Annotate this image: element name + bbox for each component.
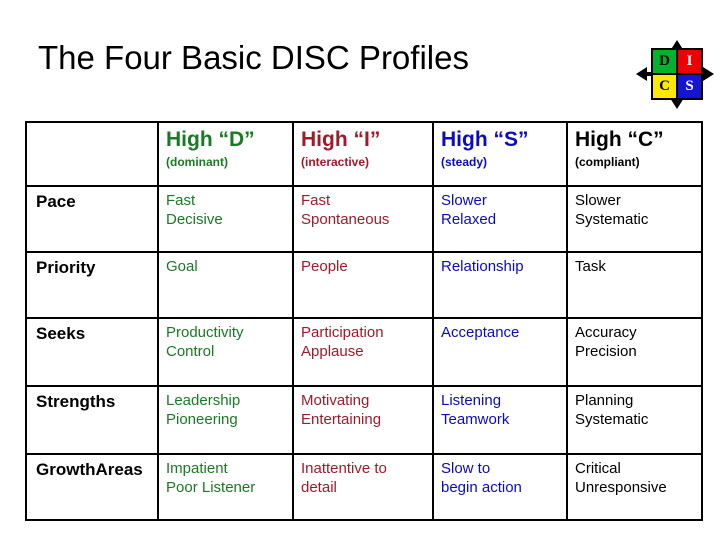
cell-priority-d: Goal — [157, 251, 294, 319]
cell-growth-i: Inattentive to detail — [292, 453, 434, 521]
cell-line: Unresponsive — [575, 479, 667, 496]
cell-priority-c: Task — [566, 251, 703, 319]
column-title-d: High “D” — [166, 128, 255, 151]
row-label-growth-areas: GrowthAreas — [25, 453, 159, 521]
column-header-d: High “D” (dominant) — [157, 121, 294, 187]
cell-growth-c: Critical Unresponsive — [566, 453, 703, 521]
logo-letter-c: C — [659, 78, 670, 94]
column-header-i: High “I” (interactive) — [292, 121, 434, 187]
logo-letter-s: S — [685, 78, 694, 94]
cell-line: Control — [166, 343, 215, 360]
cell-line: Entertaining — [301, 411, 382, 428]
cell-pace-i: Fast Spontaneous — [292, 185, 434, 253]
column-subtitle-i: (interactive) — [301, 155, 370, 169]
cell-line: Pioneering — [166, 411, 238, 428]
cell-priority-i: People — [292, 251, 434, 319]
cell-strengths-d: Leadership Pioneering — [157, 385, 294, 455]
cell-line: detail — [301, 479, 337, 496]
table-row: Pace Fast Decisive Fast Spontaneous Slower… — [25, 185, 703, 253]
cell-line: Relaxed — [441, 211, 497, 228]
column-title-c: High “C” — [575, 128, 664, 151]
cell-line: Teamwork — [441, 411, 510, 428]
logo-cell-c: C — [653, 75, 676, 98]
cell-line: Poor Listener — [166, 479, 256, 496]
row-label-pace: Pace — [25, 185, 159, 253]
cell-line: Growth — [36, 460, 96, 479]
cell-line: Inattentive to — [301, 460, 387, 477]
cell-pace-s: Slower Relaxed — [432, 185, 568, 253]
cell-line: Areas — [95, 460, 143, 479]
disc-quadrant-logo: D I C S — [634, 40, 716, 118]
cell-line: Participation — [301, 324, 384, 341]
header-row: High “D” (dominant) High “I” (interactiv… — [25, 121, 703, 187]
cell-priority-s: Relationship — [432, 251, 568, 319]
cell-line: Spontaneous — [301, 211, 390, 228]
row-label-seeks: Seeks — [25, 317, 159, 387]
cell-line: Fast — [166, 192, 196, 209]
column-header-s: High “S” (steady) — [432, 121, 568, 187]
column-subtitle-s: (steady) — [441, 155, 488, 169]
column-subtitle-d: (dominant) — [166, 155, 228, 169]
cell-line: Decisive — [166, 211, 223, 228]
cell-seeks-i: Participation Applause — [292, 317, 434, 387]
cell-strengths-i: Motivating Entertaining — [292, 385, 434, 455]
cell-line: Slower — [575, 192, 621, 209]
logo-letter-d: D — [659, 53, 670, 69]
page-title: The Four Basic DISC Profiles — [38, 39, 469, 76]
cell-growth-s: Slow to begin action — [432, 453, 568, 521]
cell-line: Task — [575, 258, 606, 275]
cell-line: Slower — [441, 192, 487, 209]
disc-quadrant-grid: D I C S — [651, 48, 703, 100]
cell-line: Motivating — [301, 392, 370, 409]
cell-strengths-c: Planning Systematic — [566, 385, 703, 455]
cell-line: People — [301, 258, 348, 275]
cell-line: Planning — [575, 392, 634, 409]
logo-cell-i: I — [678, 50, 701, 73]
cell-line: Fast — [301, 192, 331, 209]
cell-seeks-d: Productivity Control — [157, 317, 294, 387]
column-subtitle-c: (compliant) — [575, 155, 640, 169]
cell-growth-d: Impatient Poor Listener — [157, 453, 294, 521]
cell-pace-c: Slower Systematic — [566, 185, 703, 253]
disc-profiles-table: High “D” (dominant) High “I” (interactiv… — [25, 121, 703, 521]
row-label-priority: Priority — [25, 251, 159, 319]
row-label-strengths: Strengths — [25, 385, 159, 455]
logo-letter-i: I — [686, 53, 693, 69]
header-corner-cell — [25, 121, 159, 187]
cell-seeks-s: Acceptance — [432, 317, 568, 387]
cell-line: Leadership — [166, 392, 241, 409]
cell-strengths-s: Listening Teamwork — [432, 385, 568, 455]
cell-line: Relationship — [441, 258, 524, 275]
table-header: High “D” (dominant) High “I” (interactiv… — [25, 121, 703, 187]
column-header-c: High “C” (compliant) — [566, 121, 703, 187]
cell-line: Acceptance — [441, 324, 520, 341]
column-title-s: High “S” — [441, 128, 529, 151]
cell-line: begin action — [441, 479, 522, 496]
cell-line: Impatient — [166, 460, 228, 477]
logo-cell-s: S — [678, 75, 701, 98]
cell-line: Critical — [575, 460, 621, 477]
table-row: Priority Goal People Relationship Task — [25, 251, 703, 319]
cell-line: Listening — [441, 392, 502, 409]
cell-line: Accuracy — [575, 324, 637, 341]
cell-line: Goal — [166, 258, 198, 275]
cell-line: Systematic — [575, 211, 649, 228]
cell-pace-d: Fast Decisive — [157, 185, 294, 253]
table-row: Seeks Productivity Control Participation A… — [25, 317, 703, 387]
title-bar: The Four Basic DISC Profiles — [0, 36, 720, 108]
table-body: Pace Fast Decisive Fast Spontaneous Slower… — [25, 185, 703, 521]
cell-line: Applause — [301, 343, 364, 360]
cell-seeks-c: Accuracy Precision — [566, 317, 703, 387]
column-title-i: High “I” — [301, 128, 381, 151]
cell-line: Productivity — [166, 324, 244, 341]
cell-line: Slow to — [441, 460, 491, 477]
table-row: Strengths Leadership Pioneering Motivatin… — [25, 385, 703, 455]
logo-cell-d: D — [653, 50, 676, 73]
cell-line: Systematic — [575, 411, 649, 428]
table-row: GrowthAreas Impatient Poor Listener Inatt… — [25, 453, 703, 521]
cell-line: Precision — [575, 343, 637, 360]
